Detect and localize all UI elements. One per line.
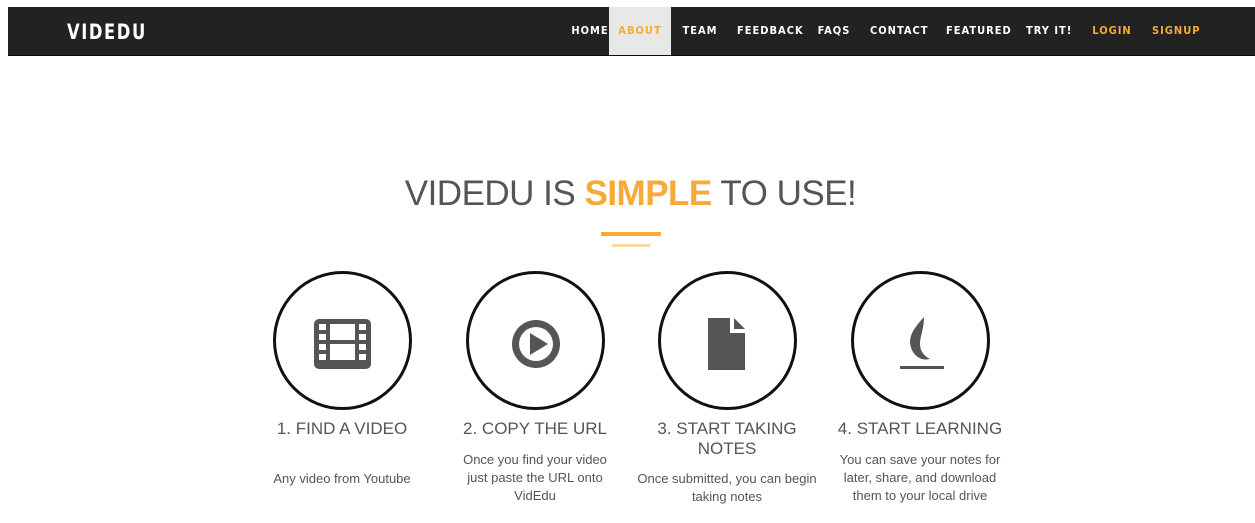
step-3-title: 3. START TAKING NOTES	[657, 419, 797, 458]
step-2-circle	[466, 271, 605, 410]
nav-item-faqs[interactable]: FAQS	[816, 7, 852, 55]
headline-divider	[601, 232, 661, 236]
step-1-description: Any video from Youtube	[273, 471, 411, 486]
nav-item-home[interactable]: HOME	[569, 7, 611, 55]
nav-item-login[interactable]: LOGIN	[1091, 7, 1133, 55]
nav-menu: HOME ABOUT TEAM FEEDBACK FAQS CONTACT FE…	[8, 7, 1255, 55]
nav-item-feedback[interactable]: FEEDBACK	[737, 7, 803, 55]
step-3-circle	[658, 271, 797, 410]
step-2-title: 2. COPY THE URL	[463, 419, 607, 438]
nav-item-team[interactable]: TEAM	[682, 7, 718, 55]
navbar: VIDEDU HOME ABOUT TEAM FEEDBACK FAQS CON…	[8, 7, 1255, 56]
headline-highlight: SIMPLE	[584, 174, 712, 213]
step-3-description: Once submitted, you can begin taking not…	[637, 471, 817, 504]
nav-item-about[interactable]: ABOUT	[609, 7, 671, 55]
page-headline: VIDEDU IS SIMPLE TO USE!	[0, 174, 1255, 214]
flame-icon	[900, 317, 944, 369]
step-4-title: 4. START LEARNING	[837, 419, 1003, 438]
headline-subdivider	[612, 244, 650, 247]
headline-suffix: TO USE!	[711, 174, 857, 213]
nav-item-try-it[interactable]: TRY IT!	[1026, 7, 1071, 55]
step-4-circle	[851, 271, 990, 410]
nav-item-featured[interactable]: FEATURED	[946, 7, 1011, 55]
step-2-description: Once you find your video just paste the …	[463, 452, 607, 503]
nav-item-signup[interactable]: SIGNUP	[1152, 7, 1200, 55]
step-1-circle	[273, 271, 412, 410]
step-4-description: You can save your notes for later, share…	[839, 452, 1001, 503]
step-1-title: 1. FIND A VIDEO	[276, 419, 408, 438]
headline-prefix: VIDEDU IS	[404, 174, 585, 213]
play-icon	[512, 320, 560, 368]
document-icon	[708, 318, 745, 370]
nav-item-contact[interactable]: CONTACT	[870, 7, 928, 55]
film-icon	[314, 319, 371, 369]
